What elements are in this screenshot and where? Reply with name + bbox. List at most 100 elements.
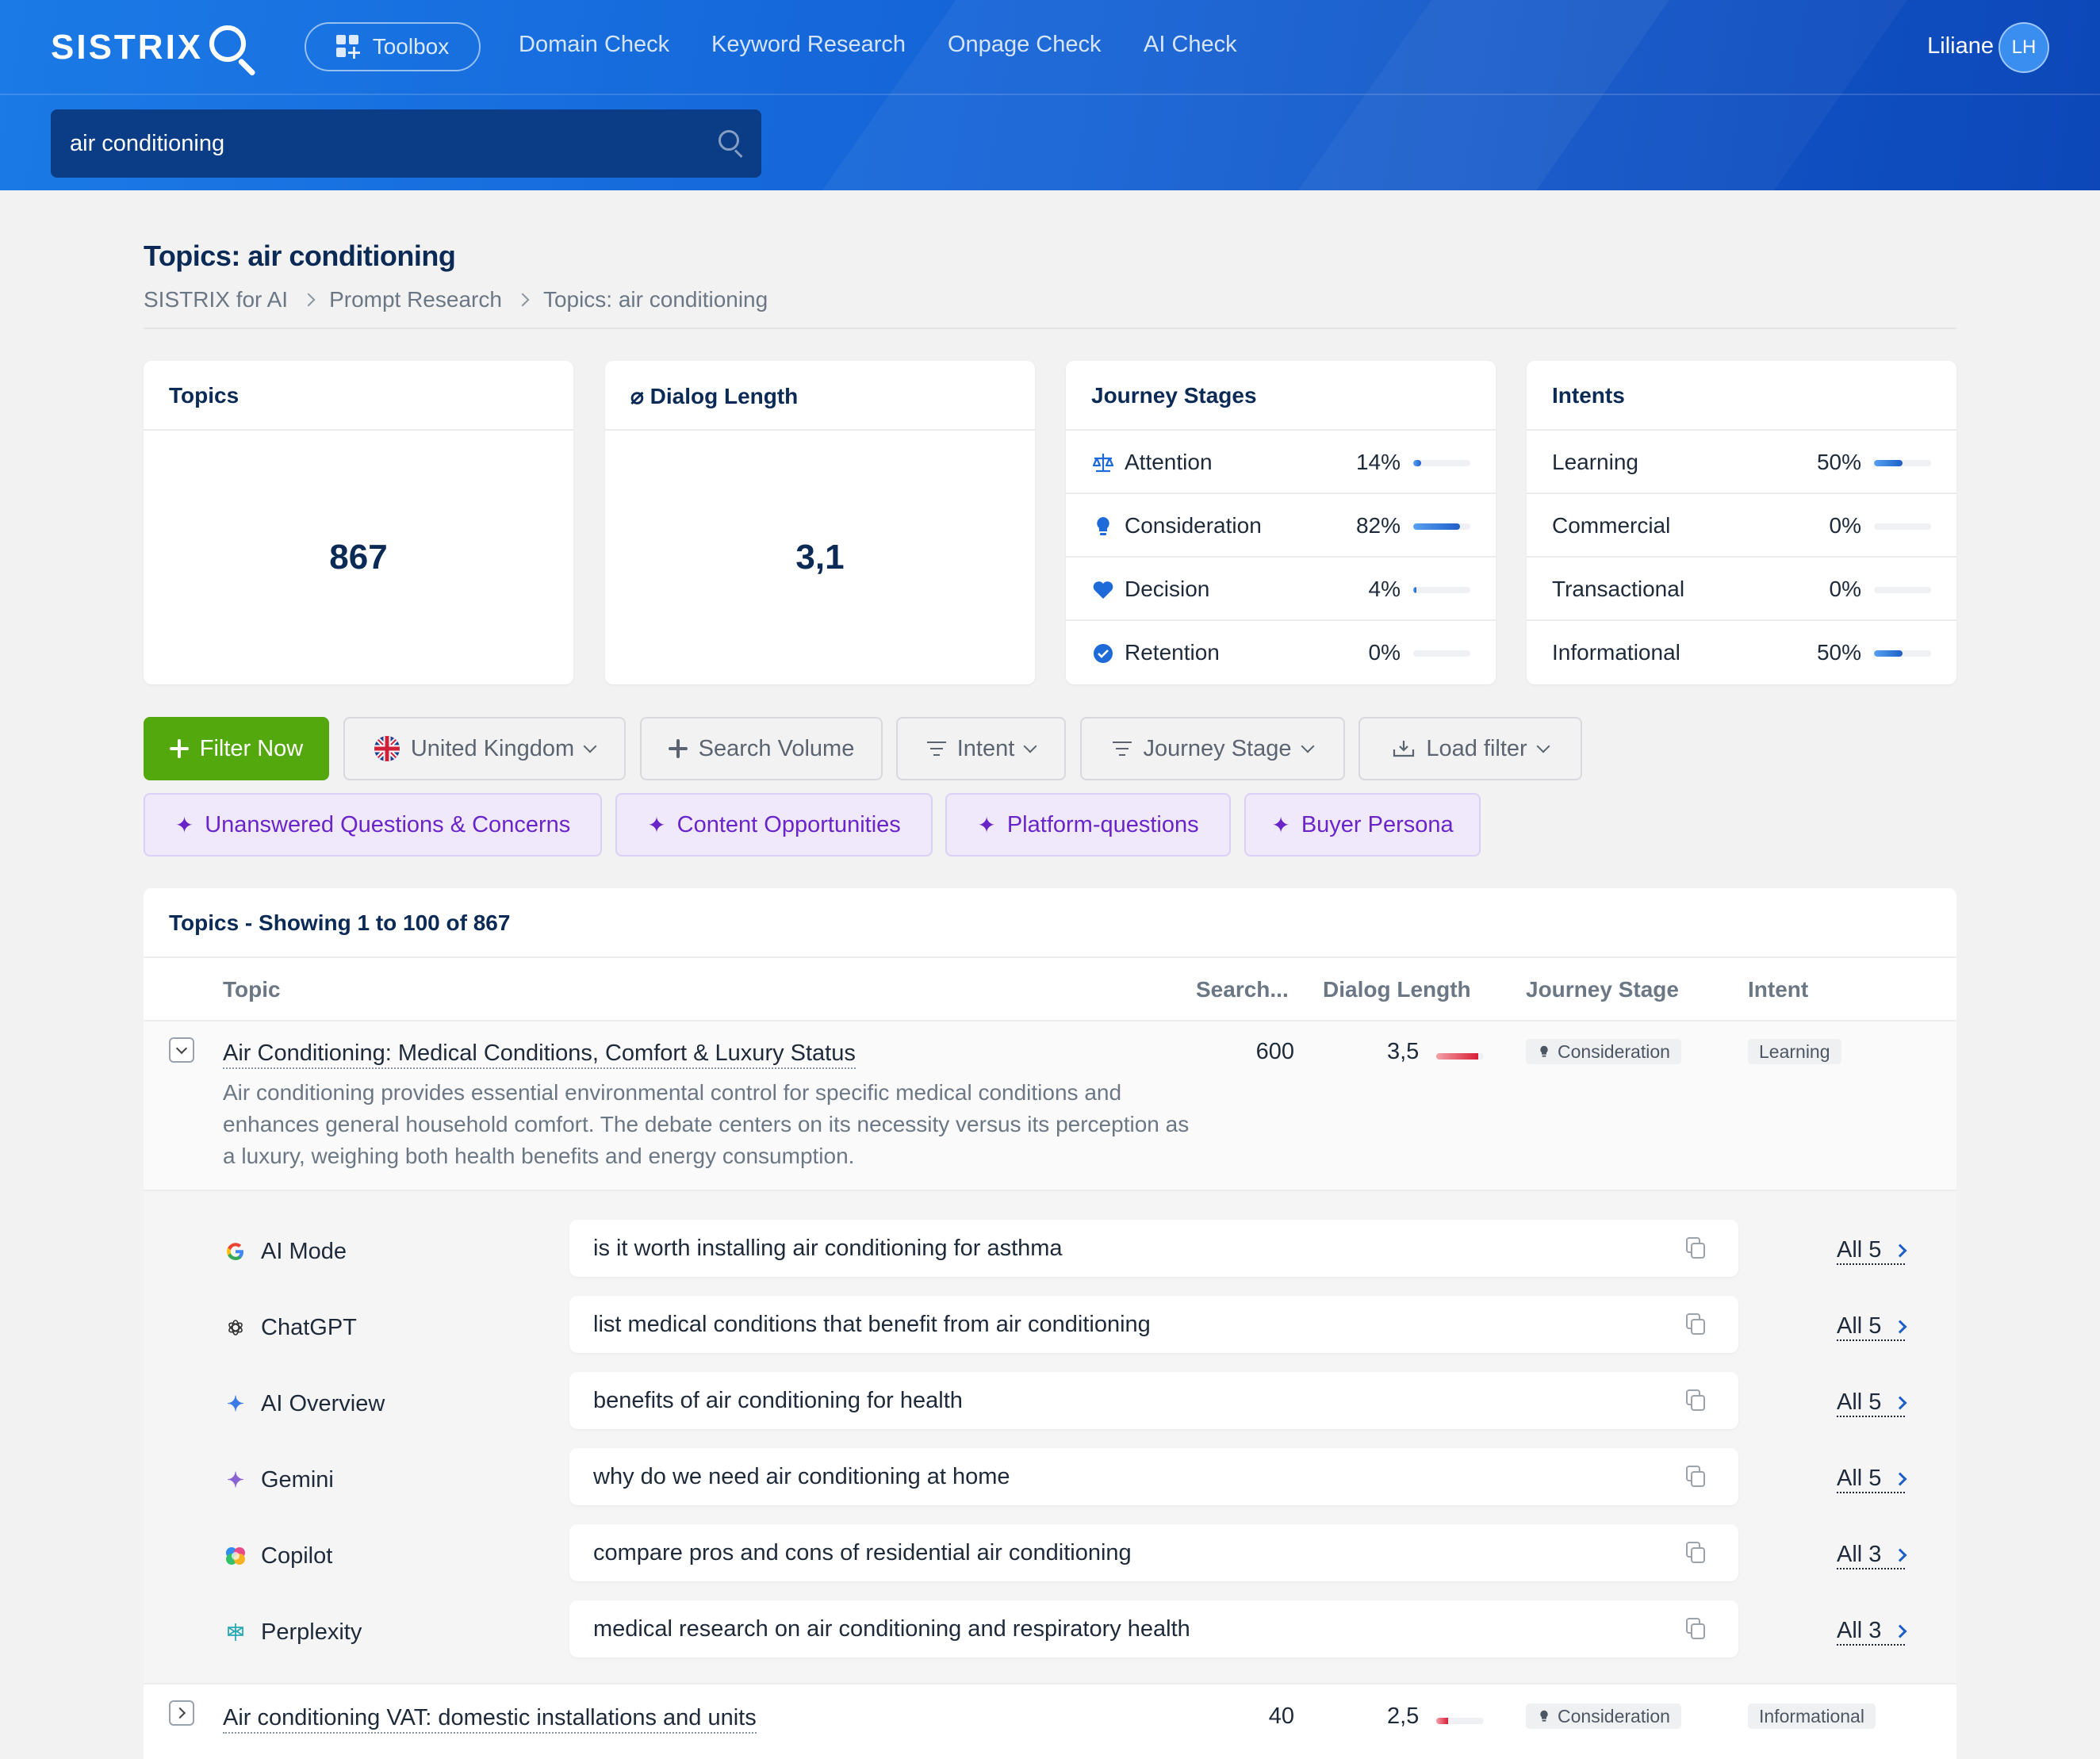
sparkle-icon: ✦: [1271, 812, 1290, 837]
card-title: Journey Stages: [1066, 361, 1496, 431]
intent-row-commercial[interactable]: Commercial 0%: [1527, 494, 1956, 558]
all-prompts-link[interactable]: All 5: [1837, 1389, 1907, 1417]
copy-icon[interactable]: [1686, 1237, 1707, 1259]
ai-chip-content-opportunities[interactable]: ✦ Content Opportunities: [615, 793, 933, 857]
country-label: United Kingdom: [410, 735, 575, 761]
topics-card: Topics 867: [144, 361, 573, 684]
avatar[interactable]: LH: [1998, 22, 2049, 73]
all-label: All 5: [1837, 1237, 1882, 1263]
chip-label: Platform-questions: [1006, 811, 1199, 837]
toolbox-button[interactable]: Toolbox: [305, 22, 481, 71]
col-search-volume[interactable]: Search...: [1196, 977, 1289, 1002]
journey-stage-filter[interactable]: Journey Stage: [1080, 717, 1345, 780]
platform-name: Perplexity: [261, 1619, 362, 1645]
prompt-text[interactable]: compare pros and cons of residential air…: [569, 1524, 1738, 1581]
stat-percent: 4%: [1368, 577, 1401, 601]
ai-chip-buyer-persona[interactable]: ✦ Buyer Persona: [1244, 793, 1481, 857]
all-prompts-link[interactable]: All 5: [1837, 1313, 1907, 1341]
stat-label: Attention: [1125, 450, 1213, 474]
breadcrumb-item[interactable]: SISTRIX for AI: [144, 287, 288, 312]
journey-row-consideration[interactable]: Consideration 82%: [1066, 494, 1496, 558]
sistrix-logo[interactable]: SISTRIX: [51, 22, 257, 77]
search-icon[interactable]: [719, 130, 745, 159]
prompt-label: compare pros and cons of residential air…: [593, 1540, 1132, 1565]
journey-stage-tag: Consideration: [1526, 1039, 1681, 1064]
filter-now-button[interactable]: Filter Now: [144, 717, 329, 780]
journey-row-attention[interactable]: Attention 14%: [1066, 431, 1496, 494]
topic-title[interactable]: Air conditioning VAT: domestic installat…: [223, 1705, 757, 1734]
journey-stages-card: Journey Stages Attention 14% Considerati…: [1066, 361, 1496, 684]
intent-row-learning[interactable]: Learning 50%: [1527, 431, 1956, 494]
country-select[interactable]: United Kingdom: [343, 717, 626, 780]
dialog-length-value: 3,1: [795, 538, 845, 577]
stat-percent: 50%: [1816, 450, 1861, 474]
copy-icon[interactable]: [1686, 1618, 1707, 1640]
expand-toggle[interactable]: [169, 1700, 194, 1726]
intent-label: Intent: [956, 735, 1015, 761]
search-volume-value: 40: [1268, 1703, 1294, 1729]
nav-onpage-check[interactable]: Onpage Check: [948, 32, 1101, 58]
stat-label: Informational: [1552, 640, 1680, 665]
check-circle-icon: [1094, 644, 1113, 663]
journey-row-retention[interactable]: Retention 0%: [1066, 621, 1496, 684]
col-intent[interactable]: Intent: [1748, 977, 1808, 1002]
platform-name: AI Overview: [261, 1391, 385, 1416]
topic-title[interactable]: Air Conditioning: Medical Conditions, Co…: [223, 1040, 856, 1069]
intent-filter[interactable]: Intent: [896, 717, 1066, 780]
copy-icon[interactable]: [1686, 1313, 1707, 1336]
chevron-down-icon: [1023, 739, 1037, 753]
stat-percent: 0%: [1829, 577, 1861, 601]
collapse-toggle[interactable]: [169, 1037, 194, 1063]
breadcrumb: SISTRIX for AI Prompt Research Topics: a…: [144, 287, 768, 312]
table-row: Air Conditioning: Medical Conditions, Co…: [144, 1021, 1956, 1191]
sparkle-icon: ✦: [174, 812, 194, 837]
chip-label: Content Opportunities: [676, 811, 901, 837]
platform-name: AI Mode: [261, 1239, 347, 1264]
dialog-length-value: 2,5: [1387, 1703, 1420, 1729]
load-filter-button[interactable]: Load filter: [1358, 717, 1582, 780]
nav-domain-check[interactable]: Domain Check: [519, 32, 669, 58]
filter-icon: [926, 742, 946, 756]
ai-chip-platform-questions[interactable]: ✦ Platform-questions: [945, 793, 1231, 857]
all-prompts-link[interactable]: All 5: [1837, 1237, 1907, 1265]
col-journey-stage[interactable]: Journey Stage: [1526, 977, 1679, 1002]
nav-ai-check[interactable]: AI Check: [1144, 32, 1237, 58]
stat-bar: [1413, 460, 1470, 466]
search-volume-filter[interactable]: Search Volume: [640, 717, 883, 780]
sparkle-icon: ✦: [977, 812, 996, 837]
chatgpt-icon: [223, 1315, 248, 1340]
stat-label: Decision: [1125, 577, 1210, 601]
ai-chip-unanswered[interactable]: ✦ Unanswered Questions & Concerns: [144, 793, 602, 857]
all-prompts-link[interactable]: All 3: [1837, 1618, 1907, 1646]
all-label: All 3: [1837, 1618, 1882, 1643]
col-topic[interactable]: Topic: [223, 977, 281, 1002]
all-prompts-link[interactable]: All 3: [1837, 1542, 1907, 1569]
all-prompts-link[interactable]: All 5: [1837, 1466, 1907, 1493]
page-title: Topics: air conditioning: [144, 240, 456, 272]
all-label: All 5: [1837, 1389, 1882, 1415]
copy-icon[interactable]: [1686, 1466, 1707, 1488]
col-dialog-length[interactable]: Dialog Length: [1323, 977, 1471, 1002]
breadcrumb-item[interactable]: Prompt Research: [329, 287, 502, 312]
journey-row-decision[interactable]: Decision 4%: [1066, 558, 1496, 621]
prompt-text[interactable]: is it worth installing air conditioning …: [569, 1220, 1738, 1277]
nav-keyword-research[interactable]: Keyword Research: [711, 32, 906, 58]
intent-row-transactional[interactable]: Transactional 0%: [1527, 558, 1956, 621]
prompt-text[interactable]: medical research on air conditioning and…: [569, 1600, 1738, 1657]
copy-icon[interactable]: [1686, 1542, 1707, 1564]
prompt-text[interactable]: why do we need air conditioning at home: [569, 1448, 1738, 1505]
table-title: Topics - Showing 1 to 100 of 867: [144, 888, 1956, 958]
grid-plus-icon: [335, 35, 360, 59]
search-input[interactable]: air conditioning: [51, 109, 761, 178]
journey-stage-label: Journey Stage: [1143, 735, 1292, 761]
chevron-down-icon: [583, 739, 597, 753]
prompt-text[interactable]: benefits of air conditioning for health: [569, 1372, 1738, 1429]
copy-icon[interactable]: [1686, 1389, 1707, 1412]
chevron-right-icon: [1893, 1244, 1907, 1257]
intent-row-informational[interactable]: Informational 50%: [1527, 621, 1956, 684]
prompt-text[interactable]: list medical conditions that benefit fro…: [569, 1296, 1738, 1353]
uk-flag-icon: [374, 736, 400, 761]
stat-bar: [1413, 523, 1470, 530]
divider: [144, 328, 1956, 329]
user-name[interactable]: Liliane: [1927, 33, 1994, 59]
